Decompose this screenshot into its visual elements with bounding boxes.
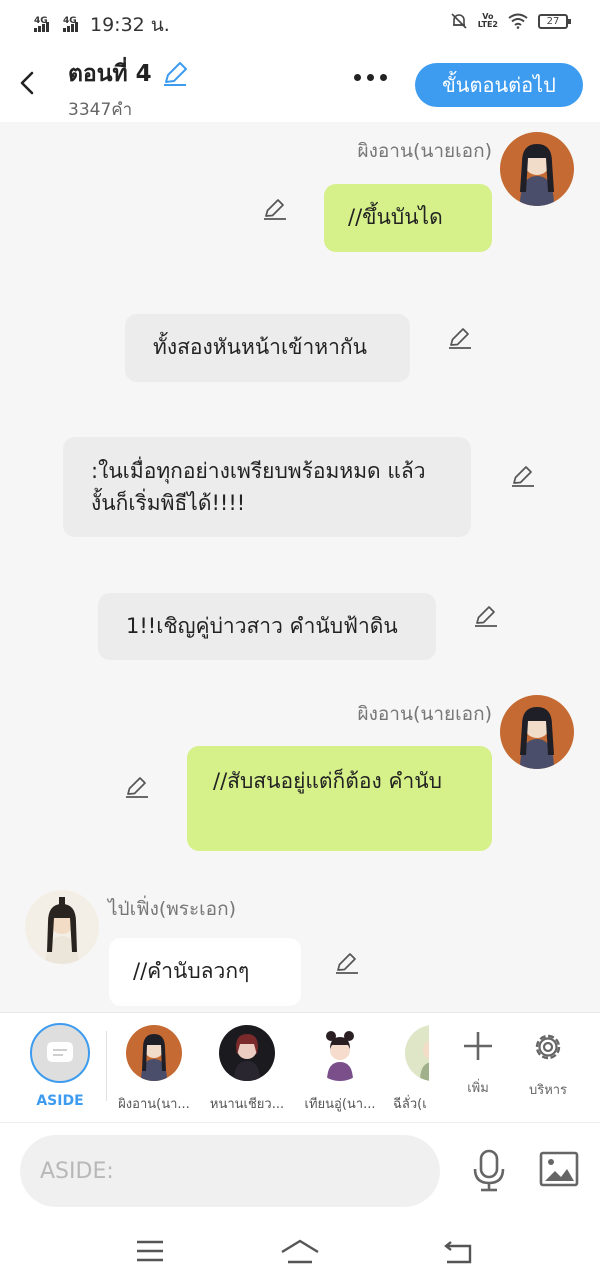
status-bar: 4G 4G 19:32 น. Vo LTE2 27	[0, 0, 600, 46]
gear-icon	[535, 1034, 561, 1060]
input-bar	[0, 1122, 600, 1217]
plus-icon	[464, 1032, 492, 1060]
menu-icon[interactable]	[136, 1239, 164, 1263]
character-name: ผิงอาน(นา...	[118, 1097, 190, 1112]
narration-bubble[interactable]: ทั้งสองหันหน้าเข้าหากัน	[125, 314, 410, 382]
aside-label: ASIDE	[36, 1093, 84, 1109]
chat-bubble-icon	[47, 1042, 73, 1062]
edit-message-pencil-icon[interactable]	[262, 196, 288, 222]
edit-message-pencil-icon[interactable]	[473, 603, 499, 629]
edit-title-pencil-icon[interactable]	[161, 60, 189, 88]
wifi-icon	[508, 13, 528, 29]
episode-title: ตอนที่ 4	[68, 61, 152, 87]
battery-icon: 27	[538, 13, 571, 29]
character-name: เทียนอู่(นา...	[304, 1097, 376, 1112]
speaker-name: ผิงอาน(นายเอก)	[357, 703, 492, 725]
character-item[interactable]: ผิงอาน(นา...	[106, 1025, 202, 1114]
avatar	[219, 1025, 275, 1081]
character-name: ฉีลั่ว(เ	[393, 1097, 427, 1112]
image-icon[interactable]	[539, 1151, 579, 1187]
word-count: 3347คำ	[68, 100, 133, 120]
message-bubble[interactable]: //ขึ้นบันได	[324, 184, 492, 252]
message-bubble[interactable]: //สับสนอยู่แต่ก็ต้อง คำนับ	[187, 746, 492, 851]
avatar[interactable]	[25, 890, 99, 964]
avatar[interactable]	[500, 695, 574, 769]
character-name: หนานเชียว...	[209, 1097, 285, 1112]
avatar[interactable]	[500, 132, 574, 206]
character-item[interactable]: เทียนอู่(นา...	[292, 1025, 388, 1114]
back-nav-icon[interactable]	[443, 1239, 473, 1265]
system-nav-bar	[0, 1217, 600, 1287]
home-icon[interactable]	[280, 1239, 320, 1265]
avatar	[312, 1025, 368, 1081]
avatar	[405, 1025, 429, 1081]
narration-bubble[interactable]: :ในเมื่อทุกอย่างเพรียบพร้อมหมด แล้ว งั้น…	[63, 437, 471, 537]
microphone-icon[interactable]	[470, 1149, 508, 1193]
character-bar: ASIDE ผิงอาน(นา... หนานเชียว... เทียนอู่…	[0, 1012, 600, 1122]
signal-icon: 4G	[63, 16, 78, 32]
character-item[interactable]: ฉีลั่ว(เ	[385, 1025, 429, 1114]
manage-label: บริหาร	[528, 1083, 568, 1098]
header: ตอนที่ 4 3347คำ ขั้นตอนต่อไป	[0, 46, 600, 122]
manage-button[interactable]: บริหาร	[518, 1029, 578, 1100]
mute-bell-icon	[451, 13, 467, 29]
edit-message-pencil-icon[interactable]	[510, 463, 536, 489]
speaker-name: ไป่เฟิ่ง(พระเอก)	[108, 898, 237, 920]
avatar	[126, 1025, 182, 1081]
signal-icon: 4G	[34, 16, 49, 32]
aside-button[interactable]	[30, 1023, 90, 1083]
episode-title-block: ตอนที่ 4 3347คำ	[68, 56, 189, 123]
add-character-button[interactable]: เพิ่ม	[448, 1029, 508, 1098]
edit-message-pencil-icon[interactable]	[334, 950, 360, 976]
message-bubble[interactable]: //คำนับลวกๆ	[109, 938, 301, 1006]
edit-message-pencil-icon[interactable]	[447, 325, 473, 351]
volte-icon: Vo LTE2	[477, 12, 498, 29]
next-step-button[interactable]: ขั้นตอนต่อไป	[415, 63, 583, 107]
back-arrow-icon[interactable]	[16, 68, 40, 98]
speaker-name: ผิงอาน(นายเอก)	[357, 140, 492, 162]
clock: 19:32 น.	[90, 14, 170, 36]
narration-bubble[interactable]: 1!!เชิญคู่บ่าวสาว คำนับฟ้าดิน	[98, 593, 436, 660]
edit-message-pencil-icon[interactable]	[124, 774, 150, 800]
add-label: เพิ่ม	[467, 1081, 489, 1096]
more-options-icon[interactable]	[354, 74, 387, 81]
message-input[interactable]	[20, 1135, 440, 1207]
character-item[interactable]: หนานเชียว...	[199, 1025, 295, 1114]
chat-area[interactable]: ผิงอาน(นายเอก) //ขึ้นบันได ทั้งสองหันหน้…	[0, 122, 600, 1012]
